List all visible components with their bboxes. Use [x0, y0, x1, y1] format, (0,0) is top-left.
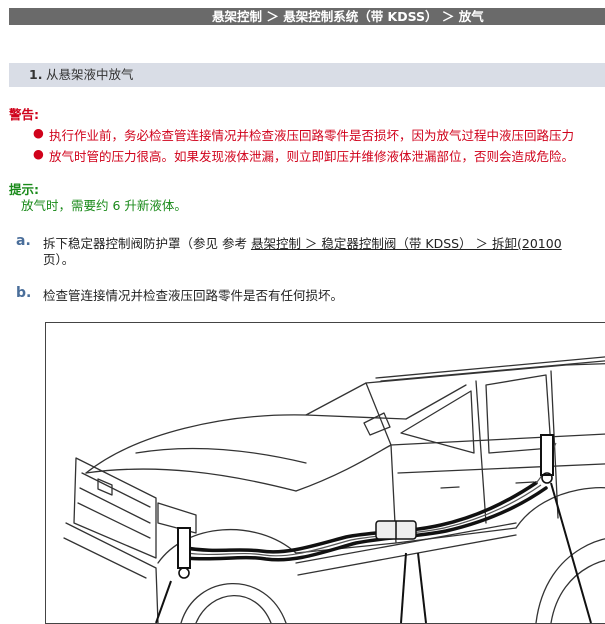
- section-number: 1.: [29, 67, 43, 82]
- reference-link[interactable]: 悬架控制 ＞ 稳定器控制阀（带 KDSS） ＞ 拆卸(20100: [251, 236, 562, 251]
- vehicle-line-drawing: [63, 356, 605, 623]
- step-text: 拆下稳定器控制阀防护罩（参见 参考 悬架控制 ＞ 稳定器控制阀（带 KDSS） …: [43, 233, 562, 252]
- step-label: a.: [16, 233, 31, 249]
- warning-item-text: 执行作业前，务必检查管连接情况并检查液压回路零件是否损坏，因为放气过程中液压回路…: [49, 128, 575, 143]
- warning-item-text: 放气时管的压力很高。如果发现液体泄漏，则立即卸压并维修液体泄漏部位，否则会造成危…: [49, 149, 575, 164]
- control-valve: [375, 520, 417, 540]
- breadcrumb: 悬架控制 ＞ 悬架控制系统（带 KDSS） ＞ 放气: [212, 9, 484, 24]
- section-title: 从悬架液中放气: [46, 67, 134, 82]
- step-text: 检查管连接情况并检查液压回路零件是否有任何损坏。: [43, 288, 344, 303]
- step-label: b.: [16, 285, 32, 301]
- bullet-icon: ●: [33, 146, 44, 161]
- breadcrumb-bar: 悬架控制 ＞ 悬架控制系统（带 KDSS） ＞ 放气: [9, 8, 605, 25]
- bullet-icon: ●: [33, 125, 44, 140]
- hint-text: 放气时，需要约 6 升新液体。: [21, 198, 187, 213]
- warning-title: 警告:: [9, 107, 39, 122]
- vehicle-illustration: [45, 322, 605, 624]
- step-text-line2: 页）。: [43, 252, 75, 267]
- section-header: 1. 从悬架液中放气: [9, 63, 605, 87]
